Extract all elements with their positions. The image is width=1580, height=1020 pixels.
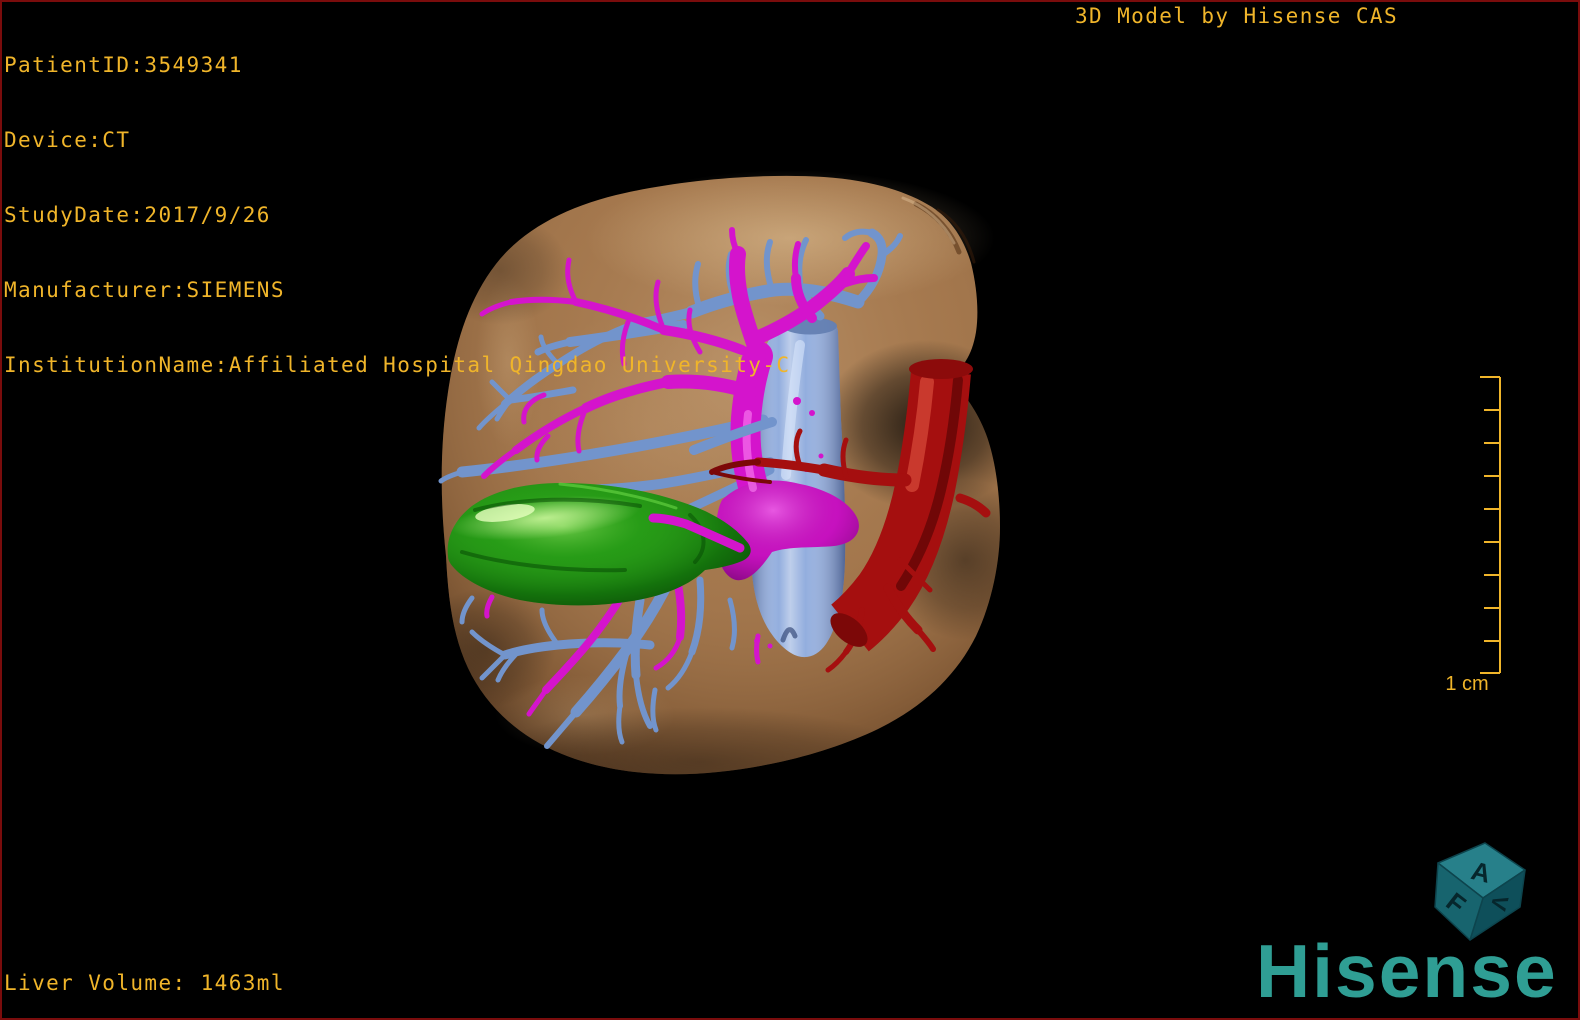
viewer-canvas[interactable]: 1 cm A V F PatientID:3549341 Device:CT S… (0, 0, 1580, 1020)
scale-bar: 1 cm (1445, 376, 1501, 695)
orientation-cube[interactable]: A V F (1434, 842, 1526, 941)
device-line: Device:CT (4, 128, 131, 152)
artery-top-opening (909, 359, 973, 379)
hisense-logo: Hisense (1256, 929, 1558, 1013)
study-date-line: StudyDate:2017/9/26 (4, 203, 271, 227)
liver-volume-readout: Liver Volume: 1463ml (4, 971, 285, 995)
patient-info-overlay: PatientID:3549341 Device:CT StudyDate:20… (4, 3, 790, 428)
patient-id-line: PatientID:3549341 (4, 53, 243, 77)
manufacturer-line: Manufacturer:SIEMENS (4, 278, 285, 302)
liver-shadow-bottom (480, 707, 920, 817)
institution-line: InstitutionName:Affiliated Hospital Qing… (4, 353, 791, 377)
scale-bar-ticks (1480, 376, 1500, 674)
scale-bar-label: 1 cm (1445, 673, 1488, 695)
watermark-title: 3D Model by Hisense CAS (1075, 4, 1398, 28)
